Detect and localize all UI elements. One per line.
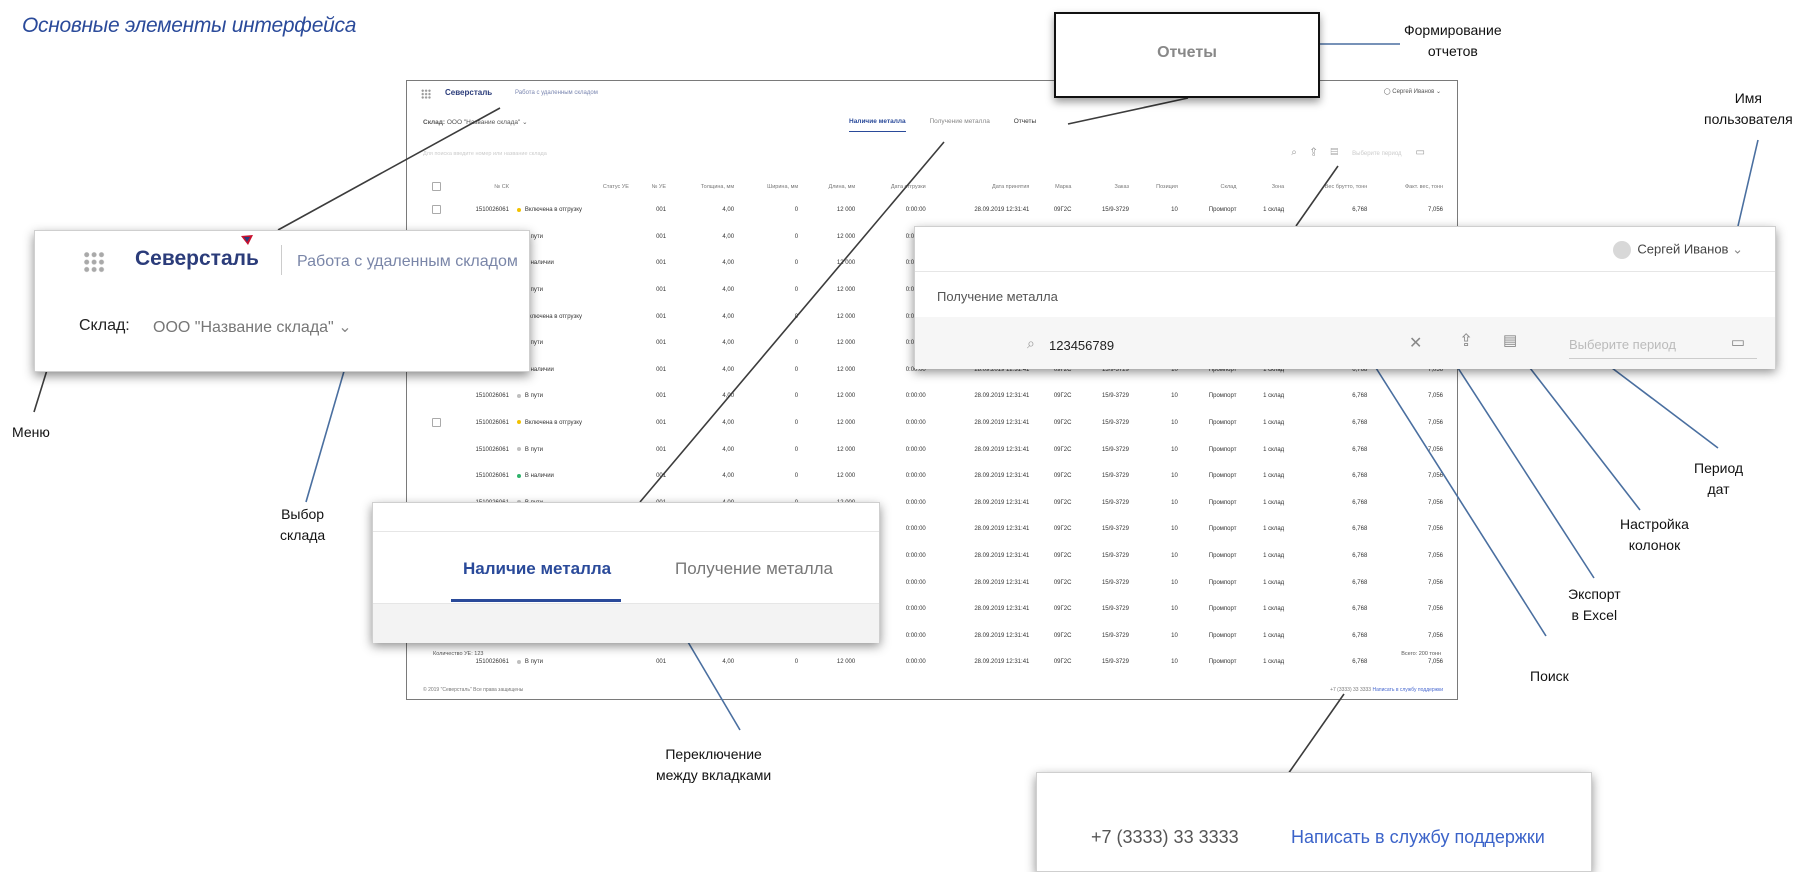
avatar xyxy=(1613,241,1632,259)
callout-tabs: Переключение между вкладками xyxy=(656,744,771,786)
tab-content-area xyxy=(373,603,879,643)
callout-period: Период дат xyxy=(1694,458,1743,500)
divider xyxy=(281,245,282,275)
reports-zoom: Отчеты xyxy=(1054,12,1320,98)
warehouse-select-zoom[interactable]: ООО "Название склада" ⌄ xyxy=(153,317,352,337)
callout-export: Экспорт в Excel xyxy=(1568,584,1621,626)
app-subtitle-zoom: Работа с удаленным складом xyxy=(297,253,518,270)
user-menu-zoom[interactable]: Сергей Иванов ⌄ xyxy=(1613,241,1743,259)
callout-search-text: Поиск xyxy=(1530,668,1569,684)
search-icon: ⌕ xyxy=(1027,335,1035,351)
clear-icon[interactable]: ✕ xyxy=(1409,333,1422,353)
callout-tabs-text: Переключение между вкладками xyxy=(656,746,772,783)
user-name-zoom: Сергей Иванов xyxy=(1637,241,1729,257)
callout-reports: Формирование отчетов xyxy=(1404,20,1502,62)
tab-metal-receipt-zoom[interactable]: Получение металла xyxy=(937,289,1058,304)
callout-lines xyxy=(33,43,1759,775)
callout-columns-text: Настройка колонок xyxy=(1620,516,1689,553)
callout-columns: Настройка колонок xyxy=(1620,514,1689,556)
callout-warehouse: Выбор склада xyxy=(280,504,325,546)
period-input-zoom[interactable]: Выберите период xyxy=(1569,337,1757,359)
callout-menu: Меню xyxy=(12,422,50,443)
columns-settings-icon[interactable]: ▤ xyxy=(1503,331,1517,349)
search-input-zoom[interactable]: 123456789 xyxy=(1049,338,1114,353)
callout-search: Поиск xyxy=(1530,666,1569,687)
brand-logo-zoom[interactable]: Северсталь xyxy=(135,247,259,271)
tab-metal-stock-zoom[interactable]: Наличие металла xyxy=(463,559,611,579)
brand-zoom: Северсталь Работа с удаленным складом Ск… xyxy=(34,230,530,372)
export-icon[interactable]: ⇪ xyxy=(1459,331,1473,351)
active-tab-indicator xyxy=(451,599,621,602)
callout-warehouse-text: Выбор склада xyxy=(280,506,326,543)
callout-username-text: Имя пользователя xyxy=(1704,90,1793,127)
menu-icon-zoom[interactable] xyxy=(83,251,105,273)
callout-reports-text: Формирование отчетов xyxy=(1404,22,1502,59)
calendar-icon[interactable]: ▭ xyxy=(1731,333,1745,351)
divider xyxy=(915,271,1775,272)
toolbar-zoom: Сергей Иванов ⌄ Получение металла ⌕ 1234… xyxy=(914,226,1776,369)
warehouse-value-zoom: ООО "Название склада" xyxy=(153,319,334,336)
reports-tab-zoom[interactable]: Отчеты xyxy=(1056,44,1318,62)
callout-menu-text: Меню xyxy=(12,424,50,440)
logo-mark-icon xyxy=(241,235,253,245)
divider xyxy=(373,531,879,532)
tabs-zoom: Наличие металла Получение металла xyxy=(372,502,880,643)
support-phone-zoom: +7 (3333) 33 3333 xyxy=(1091,827,1239,847)
support-link-zoom[interactable]: Написать в службу поддержки xyxy=(1291,827,1545,848)
callout-export-text: Экспорт в Excel xyxy=(1568,586,1621,623)
tab-metal-receipt-zoom[interactable]: Получение металла xyxy=(675,559,833,579)
callout-username: Имя пользователя xyxy=(1704,88,1793,130)
chevron-down-icon: ⌄ xyxy=(1732,241,1743,257)
warehouse-label-zoom: Склад: xyxy=(79,317,130,334)
callout-period-text: Период дат xyxy=(1694,460,1744,497)
support-zoom: +7 (3333) 33 3333 Написать в службу подд… xyxy=(1036,772,1592,872)
chevron-down-icon: ⌄ xyxy=(338,319,352,336)
